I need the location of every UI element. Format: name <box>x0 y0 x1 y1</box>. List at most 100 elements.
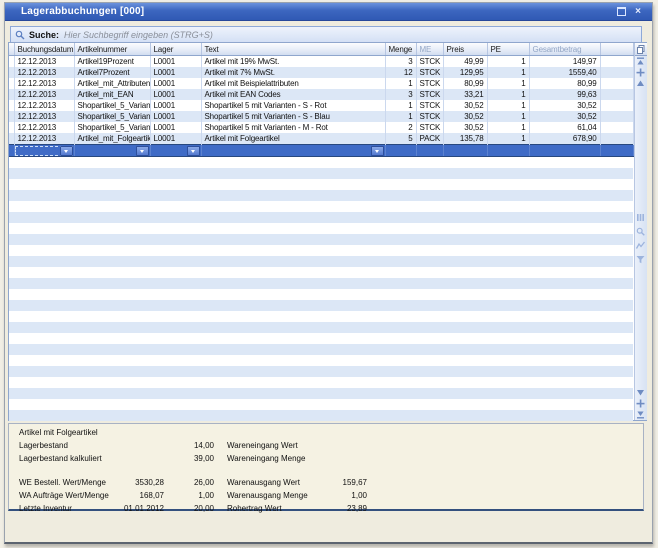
cell-artikelnummer[interactable]: Shopartikel_5_Variant <box>74 100 150 111</box>
cell-artikelnummer[interactable]: Artikel19Prozent <box>74 56 150 68</box>
cell-menge[interactable]: 1 <box>385 111 416 122</box>
table-row[interactable]: 12.12.2013Artikel_mit_FolgeartikL0001Art… <box>9 133 633 145</box>
column-header-text[interactable]: Text <box>201 43 385 56</box>
dropdown-button[interactable] <box>371 146 384 156</box>
new-entry-row[interactable] <box>9 145 633 157</box>
cell-artikelnummer[interactable]: Artikel_mit_Attributen <box>74 78 150 89</box>
cell-text[interactable]: Artikel mit EAN Codes <box>201 89 385 100</box>
new-entry-cell-spacer[interactable] <box>600 145 633 157</box>
cell-lager[interactable]: L0001 <box>150 100 201 111</box>
cell-me[interactable]: STCK <box>416 100 443 111</box>
cell-buchungsdatum[interactable]: 12.12.2013 <box>14 89 74 100</box>
cell-preis[interactable]: 33,21 <box>443 89 487 100</box>
column-header-spacer[interactable] <box>600 43 633 56</box>
cell-lager[interactable]: L0001 <box>150 122 201 133</box>
cell-me[interactable]: STCK <box>416 122 443 133</box>
new-entry-cell-menge[interactable] <box>385 145 416 157</box>
cell-me[interactable]: PACK <box>416 133 443 145</box>
cell-artikelnummer[interactable]: Artikel_mit_EAN <box>74 89 150 100</box>
cell-preis[interactable]: 30,52 <box>443 122 487 133</box>
cell-menge[interactable]: 1 <box>385 78 416 89</box>
cell-preis[interactable]: 129,95 <box>443 67 487 78</box>
column-header-preis[interactable]: Preis <box>443 43 487 56</box>
cell-me[interactable]: STCK <box>416 89 443 100</box>
cell-gesamtbetrag[interactable]: 30,52 <box>529 111 600 122</box>
scroll-down-icon[interactable] <box>635 387 647 398</box>
cell-preis[interactable]: 49,99 <box>443 56 487 68</box>
cell-lager[interactable]: L0001 <box>150 133 201 145</box>
table-row[interactable]: 12.12.2013Artikel_mit_AttributenL0001Art… <box>9 78 633 89</box>
cell-menge[interactable]: 12 <box>385 67 416 78</box>
cell-text[interactable]: Artikel mit 7% MwSt. <box>201 67 385 78</box>
cell-preis[interactable]: 80,99 <box>443 78 487 89</box>
cell-buchungsdatum[interactable]: 12.12.2013 <box>14 67 74 78</box>
cell-buchungsdatum[interactable]: 12.12.2013 <box>14 133 74 145</box>
table-row[interactable]: 12.12.2013Shopartikel_5_VariantL0001Shop… <box>9 111 633 122</box>
close-icon[interactable]: × <box>632 6 644 17</box>
cell-gesamtbetrag[interactable]: 99,63 <box>529 89 600 100</box>
new-entry-cell-me[interactable] <box>416 145 443 157</box>
new-entry-cell-text[interactable] <box>201 145 385 157</box>
cell-buchungsdatum[interactable]: 12.12.2013 <box>14 78 74 89</box>
column-header-artikelnummer[interactable]: Artikelnummer <box>74 43 150 56</box>
cell-buchungsdatum[interactable]: 12.12.2013 <box>14 56 74 68</box>
search-bar[interactable]: Suche: Hier Suchbegriff eingeben (STRG+S… <box>10 26 642 43</box>
cell-me[interactable]: STCK <box>416 56 443 68</box>
filter-icon[interactable] <box>635 254 647 265</box>
table-row[interactable]: 12.12.2013Artikel19ProzentL0001Artikel m… <box>9 56 633 68</box>
cell-lager[interactable]: L0001 <box>150 89 201 100</box>
new-entry-cell-artikelnummer[interactable] <box>74 145 150 157</box>
cell-lager[interactable]: L0001 <box>150 67 201 78</box>
cell-pe[interactable]: 1 <box>487 56 529 68</box>
cell-gesamtbetrag[interactable]: 30,52 <box>529 100 600 111</box>
cell-menge[interactable]: 1 <box>385 100 416 111</box>
restore-icon[interactable] <box>615 6 627 17</box>
cell-artikelnummer[interactable]: Shopartikel_5_Variant <box>74 111 150 122</box>
cell-menge[interactable]: 3 <box>385 56 416 68</box>
cell-pe[interactable]: 1 <box>487 89 529 100</box>
cell-pe[interactable]: 1 <box>487 78 529 89</box>
cell-artikelnummer[interactable]: Shopartikel_5_Variant <box>74 122 150 133</box>
cell-lager[interactable]: L0001 <box>150 78 201 89</box>
cell-text[interactable]: Artikel mit Beispielattributen <box>201 78 385 89</box>
dropdown-button[interactable] <box>187 146 200 156</box>
column-header-lager[interactable]: Lager <box>150 43 201 56</box>
new-entry-cell-buchungsdatum[interactable] <box>14 145 74 157</box>
cell-lager[interactable]: L0001 <box>150 56 201 68</box>
cell-text[interactable]: Shopartikel 5 mit Varianten - S - Blau <box>201 111 385 122</box>
cell-pe[interactable]: 1 <box>487 122 529 133</box>
copy-icon[interactable] <box>635 43 647 56</box>
cell-gesamtbetrag[interactable]: 678,90 <box>529 133 600 145</box>
cell-me[interactable]: STCK <box>416 67 443 78</box>
cell-gesamtbetrag[interactable]: 61,04 <box>529 122 600 133</box>
cell-text[interactable]: Shopartikel 5 mit Varianten - S - Rot <box>201 100 385 111</box>
cell-buchungsdatum[interactable]: 12.12.2013 <box>14 100 74 111</box>
cell-pe[interactable]: 1 <box>487 133 529 145</box>
cell-artikelnummer[interactable]: Artikel_mit_Folgeartik <box>74 133 150 145</box>
cell-text[interactable]: Artikel mit 19% MwSt. <box>201 56 385 68</box>
column-header-pe[interactable]: PE <box>487 43 529 56</box>
cell-me[interactable]: STCK <box>416 111 443 122</box>
column-header-menge[interactable]: Menge <box>385 43 416 56</box>
cell-gesamtbetrag[interactable]: 1559,40 <box>529 67 600 78</box>
cell-text[interactable]: Artikel mit Folgeartikel <box>201 133 385 145</box>
chart-icon[interactable] <box>635 240 647 251</box>
table-row[interactable]: 12.12.2013Artikel_mit_EANL0001Artikel mi… <box>9 89 633 100</box>
search-input[interactable]: Hier Suchbegriff eingeben (STRG+S) <box>64 30 213 40</box>
cell-buchungsdatum[interactable]: 12.12.2013 <box>14 111 74 122</box>
column-header-buchungsdatum[interactable]: Buchungsdatum <box>14 43 74 56</box>
cell-menge[interactable]: 3 <box>385 89 416 100</box>
new-entry-cell-gesamtbetrag[interactable] <box>529 145 600 157</box>
columns-icon[interactable] <box>635 212 647 223</box>
dropdown-button[interactable] <box>136 146 149 156</box>
cell-preis[interactable]: 135,78 <box>443 133 487 145</box>
cell-menge[interactable]: 5 <box>385 133 416 145</box>
cell-text[interactable]: Shopartikel 5 mit Varianten - M - Rot <box>201 122 385 133</box>
scroll-down-fast-icon[interactable] <box>635 398 647 409</box>
column-header-gesamtbetrag[interactable]: Gesamtbetrag <box>529 43 600 56</box>
scroll-up-fast-icon[interactable] <box>635 67 647 78</box>
cell-menge[interactable]: 2 <box>385 122 416 133</box>
window-titlebar[interactable]: Lagerabbuchungen [000] × <box>5 3 652 21</box>
table-row[interactable]: 12.12.2013Artikel7ProzentL0001Artikel mi… <box>9 67 633 78</box>
cell-lager[interactable]: L0001 <box>150 111 201 122</box>
